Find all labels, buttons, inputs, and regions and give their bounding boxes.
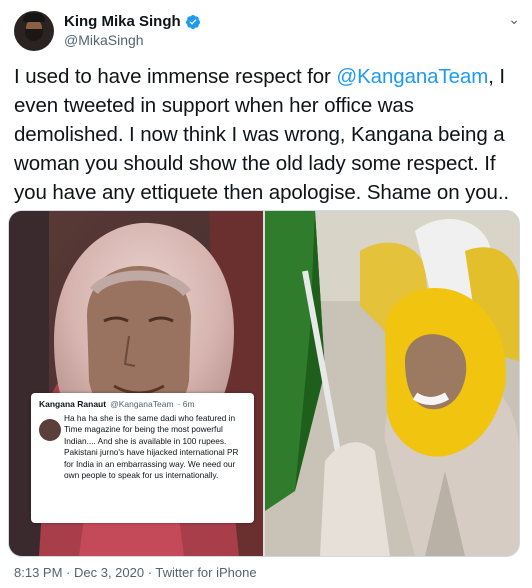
march-photo-right (265, 211, 519, 556)
tweet-source[interactable]: Twitter for iPhone (155, 565, 256, 580)
embedded-tweet-card[interactable]: Kangana Ranaut @KanganaTeam · 6m Ha ha h… (31, 393, 254, 523)
separator: · (144, 565, 156, 580)
separator: · (62, 565, 74, 580)
tweet-time[interactable]: 8:13 PM (14, 565, 62, 580)
embedded-author-handle: @KanganaTeam (110, 399, 174, 409)
author-handle[interactable]: @MikaSingh (64, 32, 144, 48)
tweet-date[interactable]: Dec 3, 2020 (74, 565, 144, 580)
embedded-tweet-header: Kangana Ranaut @KanganaTeam · 6m (39, 399, 248, 409)
embedded-author-avatar (39, 419, 61, 441)
embedded-tweet-time: · 6m (177, 399, 195, 409)
author-avatar[interactable] (14, 11, 54, 51)
verified-badge-icon (185, 14, 200, 29)
tweet-footer: 8:13 PM · Dec 3, 2020 · Twitter for iPho… (14, 565, 257, 580)
mention-link[interactable]: @KanganaTeam (336, 65, 488, 88)
media-photo-left[interactable]: Kangana Ranaut @KanganaTeam · 6m Ha ha h… (9, 211, 263, 556)
embedded-tweet-text: Ha ha ha she is the same dadi who featur… (64, 413, 239, 481)
tweet-media[interactable]: Kangana Ranaut @KanganaTeam · 6m Ha ha h… (8, 210, 520, 557)
chevron-down-icon[interactable]: ⌄ (508, 11, 520, 28)
embedded-author-name: Kangana Ranaut (39, 399, 107, 409)
media-photo-right[interactable] (265, 211, 519, 556)
tweet-header: King Mika Singh @MikaSingh ⌄ (14, 9, 524, 57)
author-name-row[interactable]: King Mika Singh (64, 13, 201, 30)
tweet-text: I used to have immense respect for @Kang… (14, 62, 524, 207)
tweet-text-part: I used to have immense respect for (14, 65, 337, 88)
author-name[interactable]: King Mika Singh (64, 13, 181, 30)
